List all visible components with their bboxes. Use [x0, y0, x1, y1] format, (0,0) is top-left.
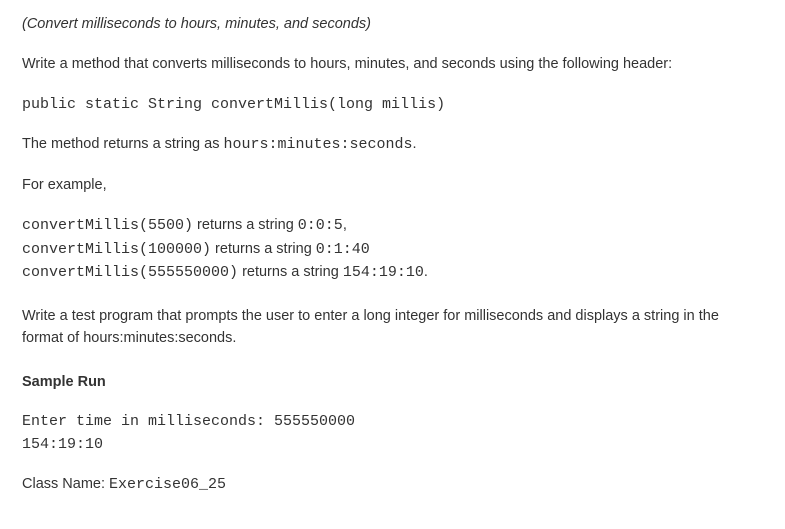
- returns-description: The method returns a string as hours:min…: [22, 134, 763, 157]
- sample-run-line: 154:19:10: [22, 434, 763, 457]
- test-program-paragraph: Write a test program that prompts the us…: [22, 306, 763, 350]
- example-result: 154:19:10: [343, 264, 424, 281]
- class-name-label: Class Name:: [22, 476, 109, 492]
- exercise-title: (Convert milliseconds to hours, minutes,…: [22, 14, 763, 36]
- examples-block: convertMillis(5500) returns a string 0:0…: [22, 214, 763, 284]
- example-call: convertMillis(100000): [22, 241, 211, 258]
- example-call: convertMillis(555550000): [22, 264, 238, 281]
- for-example-label: For example,: [22, 175, 763, 197]
- sample-run-block: Enter time in milliseconds: 555550000 15…: [22, 411, 763, 456]
- returns-format: hours:minutes:seconds: [224, 136, 413, 153]
- sample-run-heading: Sample Run: [22, 372, 763, 394]
- class-name-line: Class Name: Exercise06_25: [22, 474, 763, 497]
- example-line: convertMillis(5500) returns a string 0:0…: [22, 214, 763, 237]
- example-mid: returns a string: [211, 241, 316, 257]
- example-line: convertMillis(555550000) returns a strin…: [22, 261, 763, 284]
- example-mid: returns a string: [238, 264, 343, 280]
- sample-run-line: Enter time in milliseconds: 555550000: [22, 411, 763, 434]
- example-mid: returns a string: [193, 217, 298, 233]
- example-line: convertMillis(100000) returns a string 0…: [22, 238, 763, 261]
- method-signature: public static String convertMillis(long …: [22, 94, 763, 117]
- example-tail: .: [424, 264, 428, 280]
- intro-paragraph: Write a method that converts millisecond…: [22, 54, 763, 76]
- class-name-value: Exercise06_25: [109, 476, 226, 493]
- example-call: convertMillis(5500): [22, 217, 193, 234]
- returns-suffix: .: [413, 136, 417, 152]
- example-result: 0:1:40: [316, 241, 370, 258]
- example-result: 0:0:5: [298, 217, 343, 234]
- returns-prefix: The method returns a string as: [22, 136, 224, 152]
- example-tail: ,: [343, 217, 347, 233]
